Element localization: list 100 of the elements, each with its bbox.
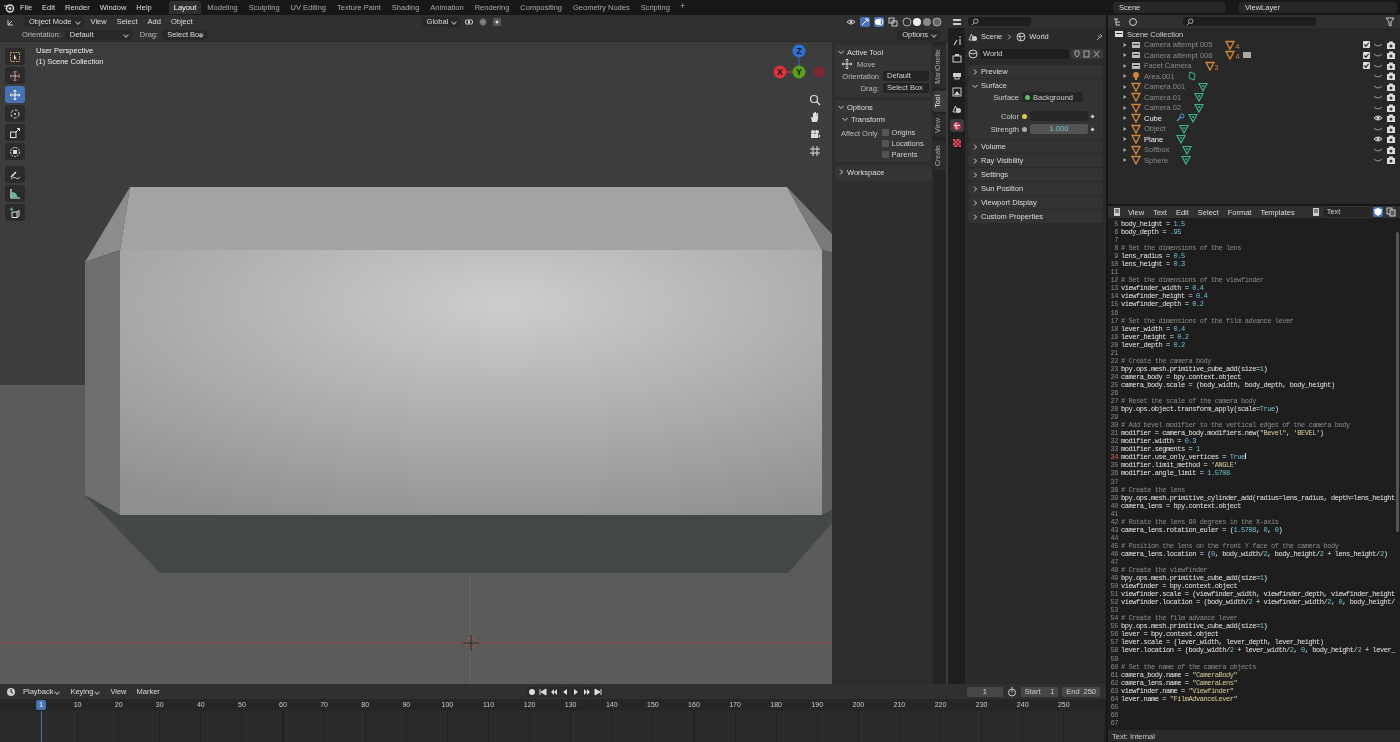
mesh-data-icon (1194, 92, 1205, 103)
editor-type-icon[interactable] (6, 686, 16, 697)
camera-icon[interactable] (809, 128, 821, 140)
search-field[interactable] (1183, 17, 1316, 26)
triangle-icon (1131, 155, 1141, 166)
render-icon (951, 52, 962, 63)
editor-type-icon[interactable] (1112, 207, 1122, 217)
tool-button[interactable] (5, 48, 25, 65)
scale-icon (9, 126, 21, 139)
mesh-data-icon (1194, 102, 1205, 113)
3d-cursor-icon (462, 634, 480, 652)
move-icon (9, 88, 21, 101)
globe-icon (951, 120, 962, 131)
tool-button[interactable] (5, 204, 25, 221)
camera-icon[interactable] (1386, 123, 1396, 134)
globe-icon[interactable] (968, 49, 978, 59)
checkbox[interactable] (881, 151, 889, 158)
camera-icon[interactable] (1386, 71, 1396, 82)
hand-icon[interactable] (809, 111, 821, 123)
filter-icon[interactable] (1385, 16, 1395, 27)
light-data-icon (1187, 71, 1198, 82)
checkbox[interactable] (1363, 51, 1370, 59)
checkbox[interactable] (881, 140, 889, 147)
chevron-right-icon (1005, 32, 1014, 41)
display-mode-icon[interactable] (1128, 16, 1138, 27)
snap-icon[interactable] (478, 16, 489, 27)
scrollbar[interactable] (1396, 232, 1399, 532)
socket-icon (1025, 94, 1030, 100)
next-keyframe-button[interactable] (581, 686, 592, 697)
camera-icon[interactable] (1386, 50, 1396, 61)
record-icon (527, 687, 536, 696)
collection-icon (1131, 60, 1141, 71)
navigation-gizmo[interactable]: Z X Y (773, 44, 829, 84)
cursor-icon (9, 69, 21, 82)
tool-button[interactable] (5, 143, 25, 160)
socket-icon (1022, 126, 1027, 132)
camera-icon[interactable] (1386, 155, 1396, 166)
play-reverse-button[interactable] (559, 686, 570, 697)
shield-icon[interactable] (1373, 207, 1383, 217)
tool-button[interactable] (5, 86, 25, 103)
globe-icon (1016, 31, 1027, 42)
camera-icon[interactable] (1386, 39, 1396, 50)
wrench-icon (1174, 113, 1185, 124)
properties-tab[interactable] (949, 51, 964, 64)
shading-mode-icon[interactable] (902, 16, 942, 27)
checkbox[interactable] (1363, 41, 1370, 49)
eye-icon[interactable] (1373, 134, 1383, 145)
triangle-icon (1131, 113, 1141, 124)
xray-icon[interactable] (888, 16, 898, 27)
previous-keyframe-icon (549, 687, 558, 696)
overlay-toggle-icon[interactable] (874, 16, 884, 27)
triangle-icon (1131, 92, 1141, 103)
editor-type-icon[interactable] (1113, 16, 1123, 27)
link-icon[interactable] (464, 16, 475, 27)
gizmo-toggle-icon[interactable] (860, 16, 870, 27)
blender-logo-icon[interactable] (3, 1, 15, 14)
jump-end-button[interactable] (592, 686, 603, 697)
grid-icon[interactable] (809, 145, 821, 157)
collection-icon (1242, 50, 1253, 61)
camera-icon[interactable] (1386, 102, 1396, 113)
image-icon (951, 86, 962, 97)
rotate-icon (9, 107, 21, 120)
properties-tab[interactable] (949, 85, 964, 98)
tool-button[interactable] (5, 105, 25, 122)
triangle-icon (1131, 81, 1141, 92)
move-icon (841, 58, 853, 70)
camera-icon[interactable] (1386, 81, 1396, 92)
triangle-icon (1131, 134, 1141, 145)
editor-type-icon[interactable] (952, 16, 962, 27)
camera-icon[interactable] (1386, 134, 1396, 145)
eye-icon[interactable] (1373, 113, 1383, 124)
zoom-icon[interactable] (809, 94, 821, 106)
add-workspace-button[interactable]: + (675, 1, 690, 14)
collection-icon (1131, 50, 1141, 61)
camera-icon[interactable] (1386, 60, 1396, 71)
checkbox[interactable] (881, 129, 889, 136)
triangle-icon (1225, 39, 1236, 50)
jump-start-icon (538, 687, 547, 696)
tool-button[interactable] (5, 67, 25, 84)
stopwatch-icon[interactable] (1006, 686, 1017, 697)
camera-icon[interactable] (1386, 144, 1396, 155)
camera-icon[interactable] (1386, 113, 1396, 124)
record-button[interactable] (526, 686, 537, 697)
jump-start-button[interactable] (537, 686, 548, 697)
copy-icon[interactable] (1386, 207, 1396, 217)
tool-button[interactable] (5, 166, 25, 183)
play-button[interactable] (570, 686, 581, 697)
visibility-icon[interactable] (846, 16, 856, 27)
mesh-data-icon (1187, 113, 1198, 124)
mesh-data-icon (1198, 81, 1209, 92)
datablock-buttons[interactable] (1071, 49, 1103, 59)
pin-icon[interactable] (1095, 32, 1103, 41)
properties-tab[interactable] (949, 119, 964, 132)
tool-button[interactable] (5, 124, 25, 141)
text-file-icon[interactable] (1310, 207, 1321, 217)
tool-button[interactable] (5, 185, 25, 202)
camera-icon[interactable] (1386, 92, 1396, 103)
search-field[interactable] (968, 17, 1031, 26)
checkbox[interactable] (1363, 62, 1370, 70)
proportional-edit-icon[interactable] (492, 16, 503, 27)
